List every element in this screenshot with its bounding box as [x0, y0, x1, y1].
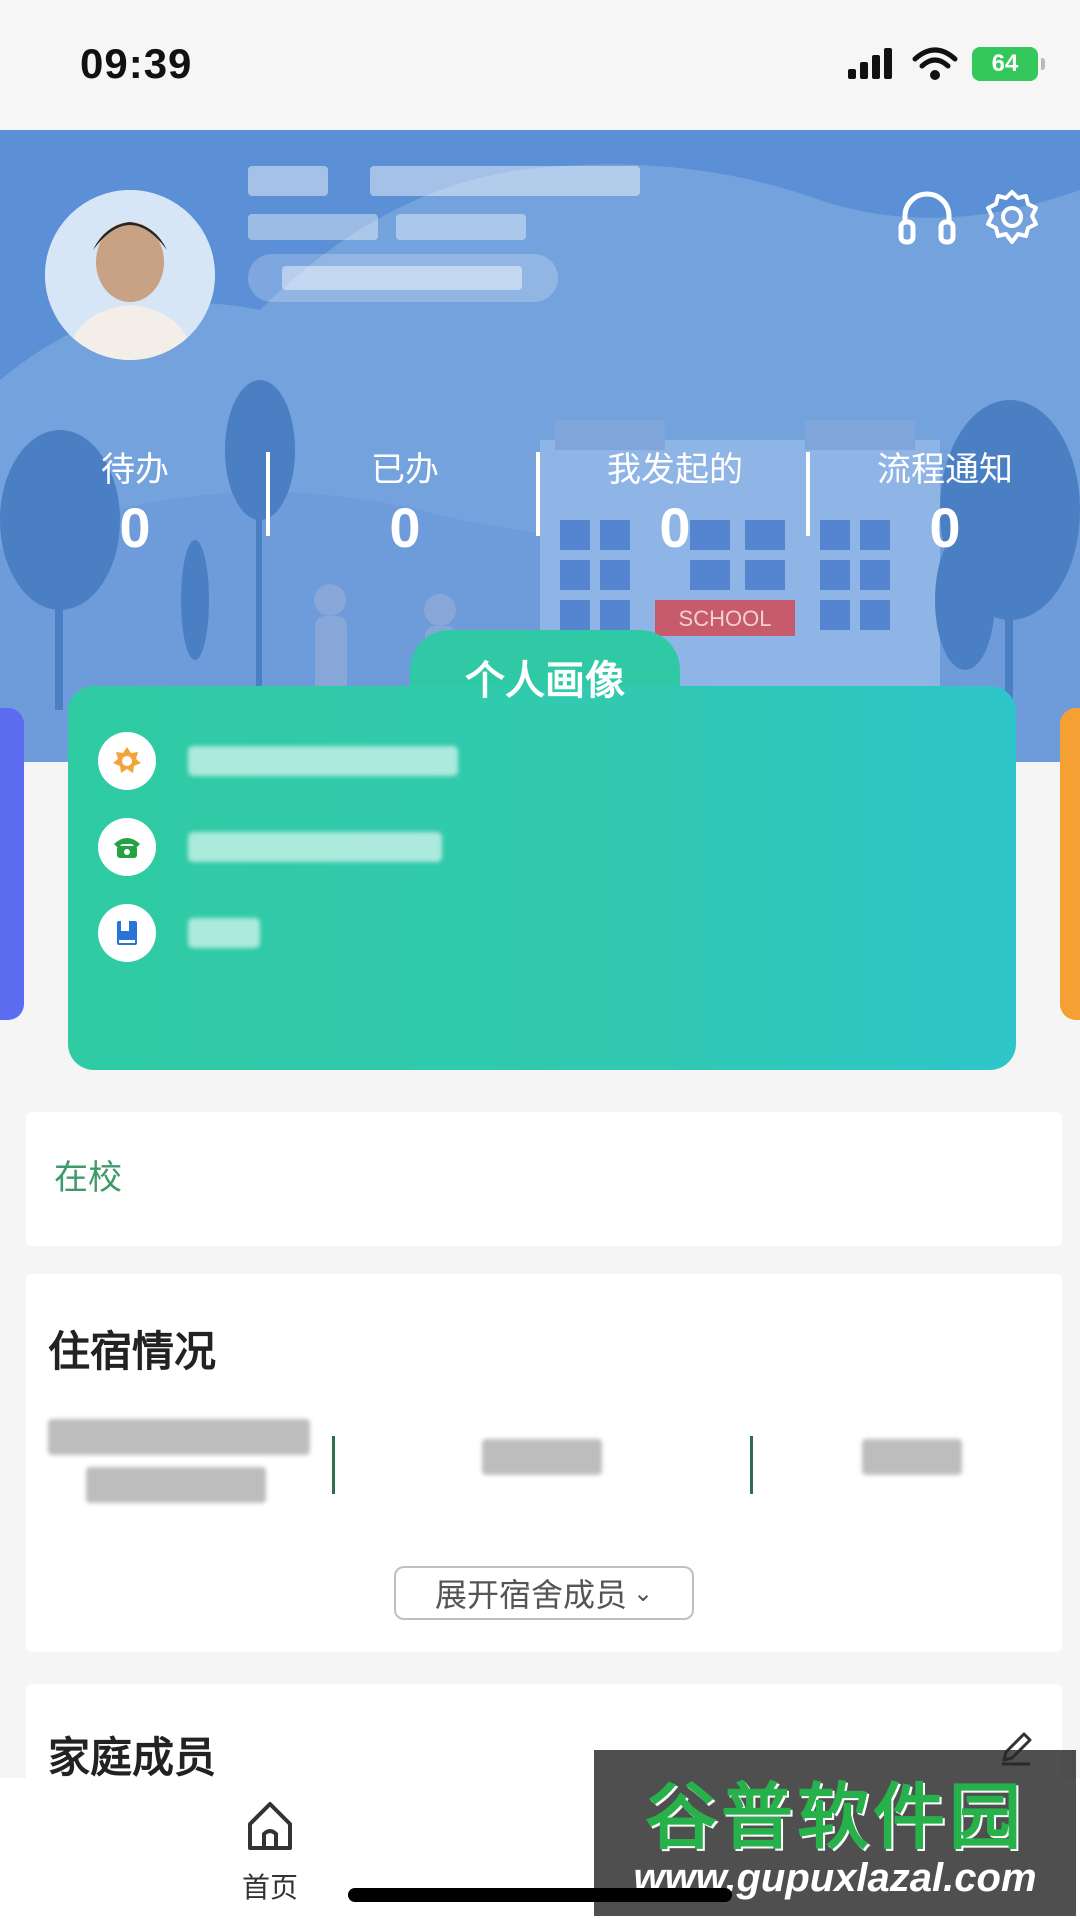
wifi-icon: [912, 47, 958, 80]
battery-icon: 64: [972, 47, 1045, 81]
stat-done[interactable]: 已办 0: [270, 442, 540, 560]
carousel-card-right[interactable]: [1060, 708, 1080, 1020]
status-card: 在校: [26, 1112, 1062, 1246]
stat-initiated[interactable]: 我发起的 0: [540, 442, 810, 560]
home-icon: [248, 1802, 292, 1850]
dorm-card: 住宿情况 展开宿舍成员 ⌄: [26, 1274, 1062, 1652]
building-sign: SCHOOL: [679, 606, 772, 631]
section-title: 家庭成员: [48, 1733, 217, 1782]
dorm-building-blurred: [482, 1439, 602, 1475]
stat-notifications[interactable]: 流程通知 0: [810, 442, 1080, 560]
dorm-divider: [750, 1436, 753, 1494]
status-icons: 64: [846, 44, 1045, 84]
status-time: 09:39: [80, 40, 193, 87]
section-title: 住宿情况: [48, 1327, 217, 1376]
stat-value: 0: [389, 496, 421, 559]
expand-dorm-members-button[interactable]: 展开宿舍成员 ⌄: [394, 1566, 694, 1620]
stat-label: 流程通知: [877, 450, 1013, 490]
portrait-value-blurred: [188, 832, 442, 862]
stat-value: 0: [119, 496, 151, 559]
badge-icon: [98, 732, 156, 790]
stat-todo[interactable]: 待办 0: [0, 442, 270, 560]
stats-row: 待办 0 已办 0 我发起的 0 流程通知 0: [0, 442, 1080, 560]
home-indicator[interactable]: [348, 1888, 732, 1902]
battery-level: 64: [991, 50, 1019, 77]
status-bar: 09:39 64: [0, 0, 1080, 130]
portrait-value-blurred: [188, 746, 458, 776]
enrollment-status: 在校: [54, 1158, 122, 1198]
tab-home[interactable]: 首页: [220, 1796, 320, 1906]
book-icon: [98, 904, 156, 962]
stat-value: 0: [929, 496, 961, 559]
expand-label: 展开宿舍成员: [434, 1576, 627, 1614]
gear-icon[interactable]: [980, 186, 1044, 250]
tab-home-label: 首页: [241, 1871, 298, 1904]
carousel-card-left[interactable]: [0, 708, 24, 1020]
dorm-divider: [332, 1436, 335, 1494]
stat-value: 0: [659, 496, 691, 559]
portrait-row-major: [98, 732, 698, 790]
portrait-value-blurred: [188, 918, 260, 948]
stat-label: 已办: [371, 450, 439, 490]
watermark-brand: 谷普软件园: [644, 1775, 1025, 1859]
portrait-row-phone: [98, 818, 698, 876]
signal-icon: [848, 48, 892, 79]
chevron-down-icon: ⌄: [632, 1579, 654, 1607]
avatar-image: [45, 190, 215, 360]
headset-icon[interactable]: [895, 186, 959, 250]
stat-label: 我发起的: [607, 450, 743, 490]
dorm-room-blurred: [862, 1439, 962, 1475]
phone-icon: [98, 818, 156, 876]
portrait-row-book: [98, 904, 698, 962]
portrait-title: 个人画像: [465, 658, 625, 704]
avatar[interactable]: [45, 190, 215, 360]
dorm-campus-blurred: [48, 1419, 310, 1503]
stat-label: 待办: [101, 450, 169, 490]
